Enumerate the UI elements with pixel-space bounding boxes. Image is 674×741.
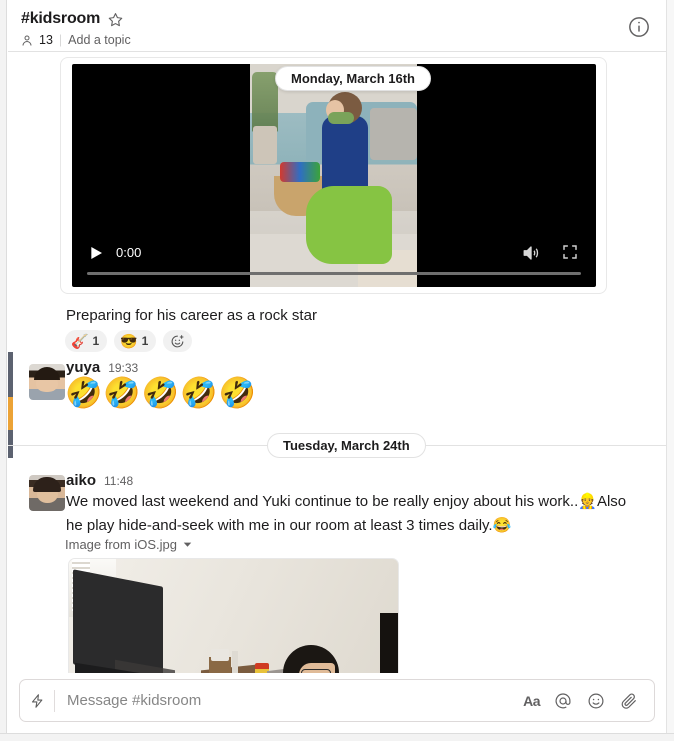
composer-area: Aa xyxy=(8,673,666,733)
guitar-icon: 🎸 xyxy=(71,333,89,349)
reaction-count: 1 xyxy=(92,334,100,348)
message-author[interactable]: yuya xyxy=(66,359,100,376)
video-controls[interactable]: 0:00 xyxy=(72,232,596,287)
video-attachment-card[interactable]: 0:00 xyxy=(60,57,607,294)
video-current-time: 0:00 xyxy=(116,245,142,260)
sunglasses-icon: 😎 xyxy=(120,333,138,349)
sunglasses-reaction[interactable]: 😎 1 xyxy=(114,330,157,352)
video-scene-child xyxy=(322,116,368,196)
format-text-button[interactable]: Aa xyxy=(523,693,540,709)
video-scene-pillow xyxy=(370,108,417,160)
window-frame-right xyxy=(666,0,674,741)
reaction-bar[interactable]: 🎸 1 😎 1 xyxy=(65,330,193,352)
message-text-part-1: We moved last weekend and Yuki continue … xyxy=(66,493,579,510)
rolling-on-the-floor-laughing-icon: 🤣 xyxy=(103,377,141,410)
rolling-on-the-floor-laughing-icon: 🤣 xyxy=(180,377,218,410)
slack-channel-window: #kidsroom 13 | Add a topic 0:00 Monday, … xyxy=(0,0,674,741)
fullscreen-icon[interactable] xyxy=(562,244,578,260)
face-with-tears-of-joy-icon: 😂 xyxy=(492,517,512,534)
image-scene-dark-edge xyxy=(380,613,398,673)
video-scene-pot xyxy=(253,126,277,164)
construction-worker-icon: 👷 xyxy=(578,493,597,510)
add-topic-button[interactable]: Add a topic xyxy=(68,33,131,47)
reaction-count: 1 xyxy=(141,334,149,348)
video-message-caption: Preparing for his career as a rock star xyxy=(66,307,317,324)
video-scene-plant xyxy=(252,72,278,132)
image-attachment[interactable] xyxy=(68,558,399,673)
jumbo-emoji-row: 🤣 🤣 🤣 🤣 🤣 xyxy=(65,377,256,411)
message-composer[interactable]: Aa xyxy=(19,679,655,722)
rolling-on-the-floor-laughing-icon: 🤣 xyxy=(218,377,256,410)
date-divider-march-16[interactable]: Monday, March 16th xyxy=(275,66,432,91)
add-reaction-icon[interactable] xyxy=(163,330,193,352)
page-title[interactable]: #kidsroom xyxy=(21,10,100,28)
play-icon[interactable] xyxy=(88,244,104,262)
image-scene-bottle xyxy=(232,651,238,673)
chevron-down-icon[interactable] xyxy=(183,540,192,549)
image-scene-tissue xyxy=(211,649,229,661)
file-attachment-header[interactable]: Image from iOS.jpg xyxy=(65,537,192,552)
composer-actions[interactable]: Aa xyxy=(523,691,654,711)
member-icon xyxy=(21,34,33,47)
info-icon[interactable] xyxy=(628,16,650,38)
message-header: aiko 11:48 xyxy=(66,472,133,489)
emoji-button[interactable] xyxy=(586,691,606,711)
star-icon[interactable] xyxy=(108,12,123,27)
message-timestamp[interactable]: 19:33 xyxy=(108,361,138,375)
mention-button[interactable] xyxy=(553,691,573,711)
message-author[interactable]: aiko xyxy=(66,472,96,489)
video-player[interactable]: 0:00 xyxy=(72,64,596,287)
avatar[interactable] xyxy=(29,475,65,511)
attach-file-button[interactable] xyxy=(619,691,639,711)
message-list[interactable]: 0:00 Monday, March 16th Preparing for hi… xyxy=(8,52,666,673)
message-input[interactable] xyxy=(55,692,524,709)
lightning-bolt-icon[interactable] xyxy=(20,692,54,710)
member-count[interactable]: 13 xyxy=(39,33,53,47)
scroll-rail-top xyxy=(8,352,13,397)
window-frame-left xyxy=(0,0,7,741)
rolling-on-the-floor-laughing-icon: 🤣 xyxy=(141,377,180,410)
date-divider-march-24[interactable]: Tuesday, March 24th xyxy=(267,433,426,458)
meta-divider: | xyxy=(58,33,63,47)
image-scene-tv xyxy=(73,569,163,673)
channel-meta-row: 13 | Add a topic xyxy=(21,33,131,47)
unread-activity-indicator[interactable] xyxy=(8,397,13,430)
message-body: We moved last weekend and Yuki continue … xyxy=(66,490,646,538)
guitar-reaction[interactable]: 🎸 1 xyxy=(65,330,108,352)
video-progress-bar[interactable] xyxy=(87,272,581,275)
video-scene-collar xyxy=(328,112,354,124)
channel-title-row[interactable]: #kidsroom xyxy=(21,10,123,28)
volume-icon[interactable] xyxy=(522,244,540,262)
message-timestamp[interactable]: 11:48 xyxy=(104,474,133,488)
message-header: yuya 19:33 xyxy=(66,359,138,376)
rolling-on-the-floor-laughing-icon: 🤣 xyxy=(65,377,103,410)
window-frame-bottom xyxy=(0,733,674,741)
scroll-rail-bottom xyxy=(8,430,13,458)
avatar[interactable] xyxy=(29,364,65,400)
video-scene-toys xyxy=(280,162,320,182)
channel-header: #kidsroom 13 | Add a topic xyxy=(8,0,666,52)
file-name[interactable]: Image from iOS.jpg xyxy=(65,537,177,552)
